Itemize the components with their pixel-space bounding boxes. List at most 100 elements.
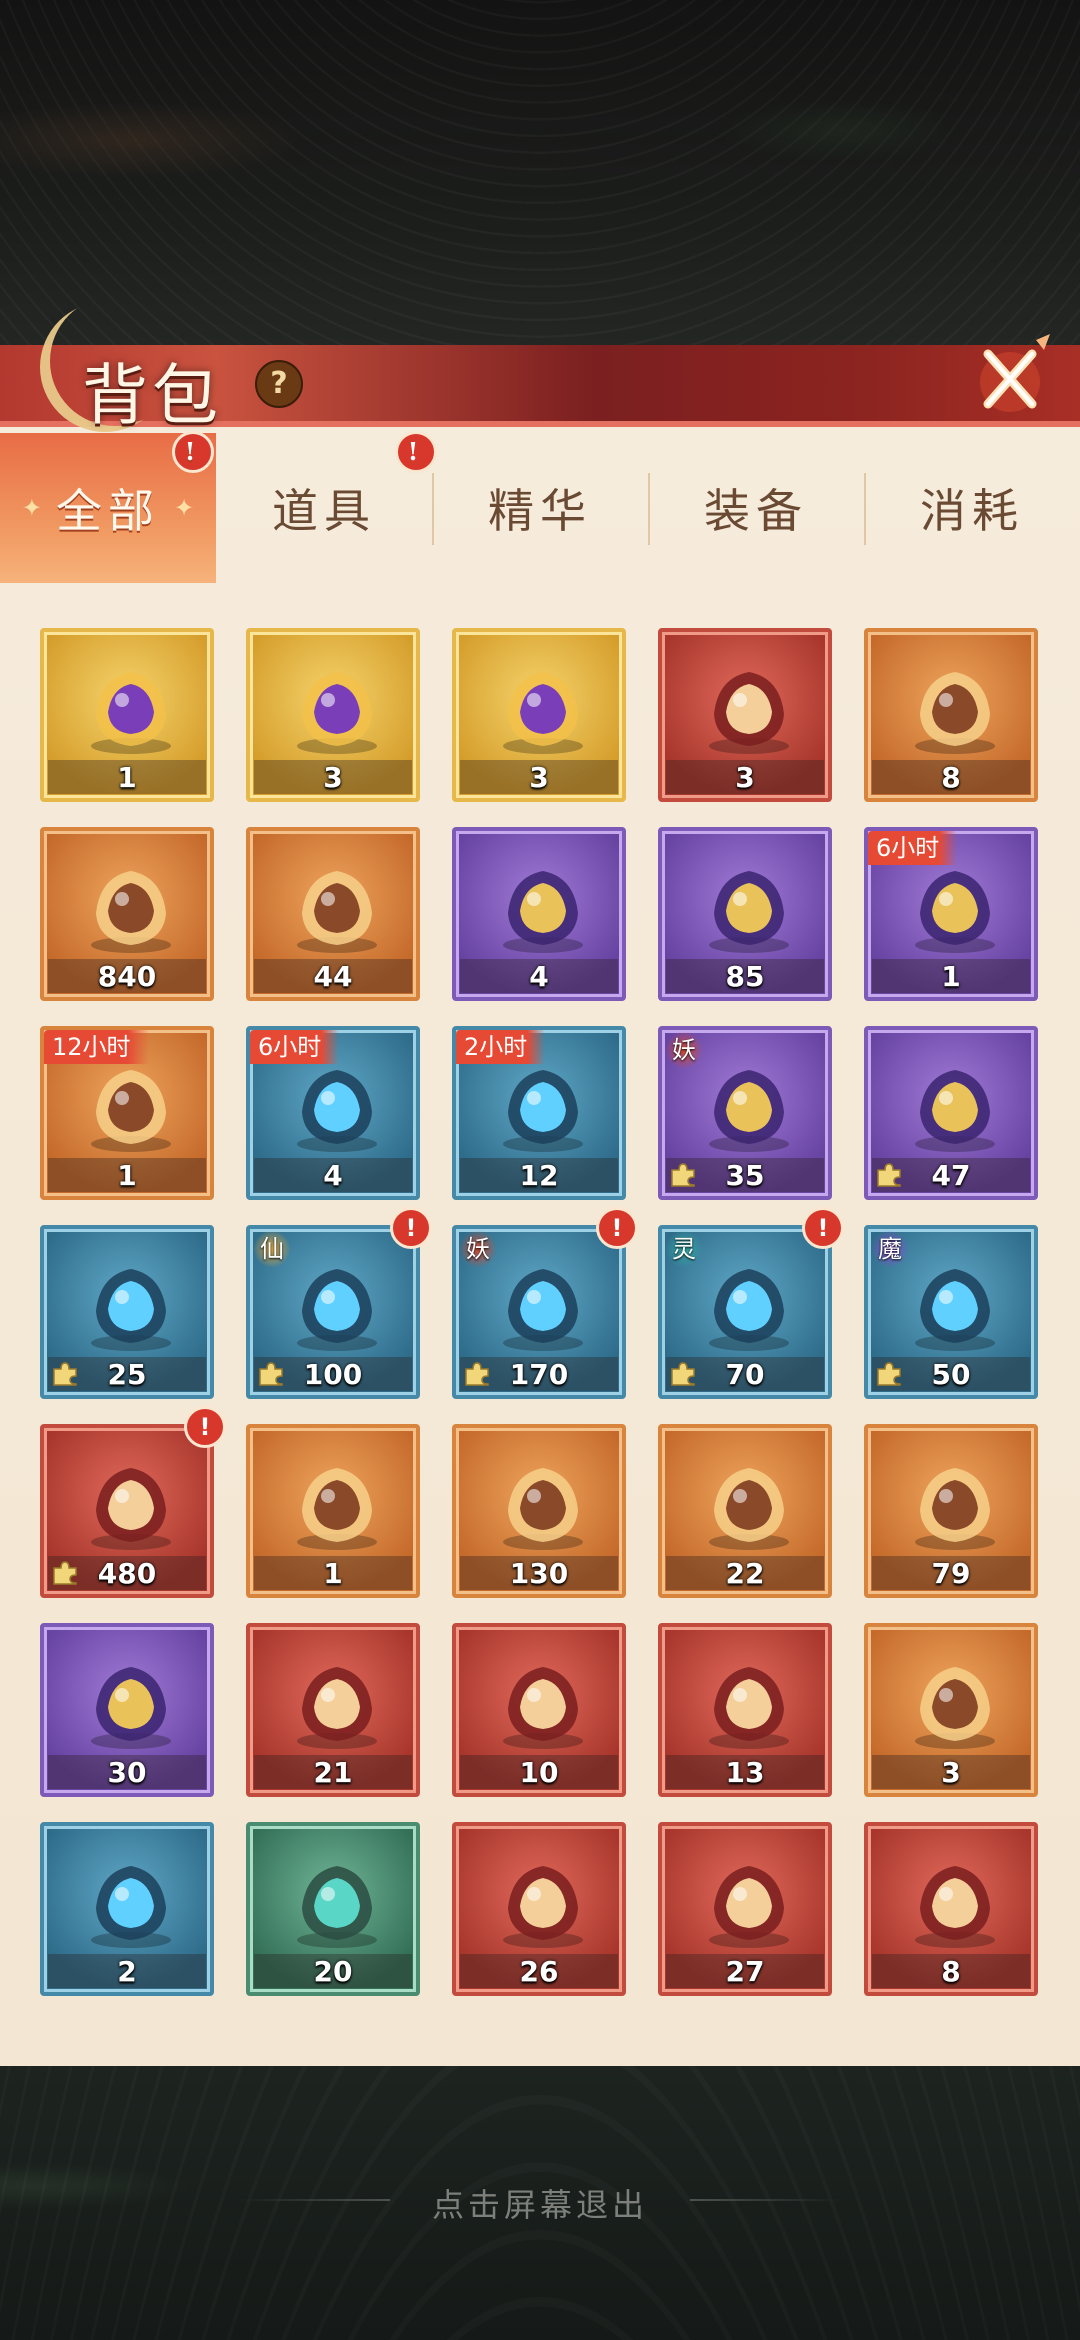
category-tabs: ✦ 全部 ✦ ! 道具 ! 精华 装备 消耗 — [0, 431, 1080, 583]
item-frame: 30 — [40, 1623, 214, 1797]
tap-to-exit-hint[interactable]: 点击屏幕退出 — [0, 2180, 1080, 2226]
item-count: 840 — [97, 960, 157, 993]
blue-crystal-icon — [297, 1468, 377, 1550]
inventory-item[interactable]: 8 — [864, 1822, 1038, 1996]
inventory-item[interactable]: 79 — [864, 1424, 1038, 1598]
help-button[interactable]: ? — [255, 360, 303, 408]
inventory-item[interactable]: 3 — [452, 628, 626, 802]
expiry-timer-tag: 6小时 — [868, 831, 958, 865]
inventory-item[interactable]: 4 6小时 — [246, 1026, 420, 1200]
inventory-item[interactable]: 70 灵! — [658, 1207, 844, 1399]
item-count: 3 — [735, 761, 755, 794]
inventory-item[interactable]: 85 — [658, 827, 832, 1001]
faction-badge: 魔 — [872, 1231, 908, 1267]
inventory-item[interactable]: 13 — [658, 1623, 832, 1797]
inventory-item[interactable]: 3 — [246, 628, 420, 802]
inventory-item[interactable]: 1 — [246, 1424, 420, 1598]
lucky-bag-icon — [915, 672, 995, 754]
alert-badge-icon: ! — [184, 1406, 226, 1448]
inventory-item[interactable]: 10 — [452, 1623, 626, 1797]
rune-stone-icon — [297, 1866, 377, 1948]
card-chest-icon — [503, 871, 583, 953]
red-fruit-icon — [709, 1468, 789, 1550]
item-count: 3 — [941, 1756, 961, 1789]
inventory-item[interactable]: 35 妖 — [658, 1026, 832, 1200]
item-frame: 44 — [246, 827, 420, 1001]
tab-label: 精华 — [488, 484, 592, 538]
inventory-item[interactable]: 12 2小时 — [452, 1026, 626, 1200]
inventory-item[interactable]: 170 妖! — [452, 1207, 638, 1399]
dagger-icon — [709, 1667, 789, 1749]
purple-spirit-chest-icon — [915, 1269, 995, 1351]
inventory-item[interactable]: 21 — [246, 1623, 420, 1797]
close-button[interactable] — [970, 330, 1060, 420]
tab-label: 消耗 — [920, 484, 1024, 538]
puzzle-piece-icon — [877, 1362, 901, 1386]
item-count: 8 — [941, 1955, 961, 1988]
top-background — [0, 0, 1080, 345]
item-count: 79 — [931, 1557, 971, 1590]
item-count: 44 — [313, 960, 353, 993]
item-count: 1 — [323, 1557, 343, 1590]
item-frame: 1 — [246, 1424, 420, 1598]
ore-stone-icon — [91, 1866, 171, 1948]
salt-block-icon — [503, 1866, 583, 1948]
item-frame: 35 妖 — [658, 1026, 832, 1200]
inventory-item[interactable]: 22 — [658, 1424, 832, 1598]
feather-swirl-icon — [915, 1866, 995, 1948]
tab-all[interactable]: ✦ 全部 ✦ ! — [0, 431, 216, 583]
inventory-item[interactable]: 1 6小时 — [864, 827, 1038, 1001]
alert-badge-icon: ! — [395, 431, 437, 473]
item-frame: 480 — [40, 1424, 214, 1598]
item-frame: 26 — [452, 1822, 626, 1996]
inventory-item[interactable]: 27 — [658, 1822, 832, 1996]
inventory-item[interactable]: 130 — [452, 1424, 626, 1598]
item-frame: 3 — [864, 1623, 1038, 1797]
inventory-item[interactable]: 1 — [40, 628, 214, 802]
tab-consumables[interactable]: 消耗 — [864, 433, 1080, 583]
faction-badge: 妖 — [460, 1231, 496, 1267]
item-frame: 85 — [658, 827, 832, 1001]
treasure-chest-icon — [503, 672, 583, 754]
inventory-item[interactable]: 1 12小时 — [40, 1026, 214, 1200]
inventory-item[interactable]: 47 — [864, 1026, 1038, 1200]
inventory-item[interactable]: 4 — [452, 827, 626, 1001]
item-frame: 1 12小时 — [40, 1026, 214, 1200]
inventory-item[interactable]: 3 — [658, 628, 832, 802]
tab-essence[interactable]: 精华 — [432, 433, 648, 583]
alert-badge-icon: ! — [596, 1207, 638, 1249]
item-frame: 27 — [658, 1822, 832, 1996]
item-count: 27 — [725, 1955, 765, 1988]
puzzle-piece-icon — [53, 1362, 77, 1386]
item-frame: 3 — [452, 628, 626, 802]
item-frame: 47 — [864, 1026, 1038, 1200]
inventory-item[interactable]: 2 — [40, 1822, 214, 1996]
faction-badge: 仙 — [254, 1231, 290, 1267]
inventory-item[interactable]: 30 — [40, 1623, 214, 1797]
inventory-item[interactable]: 26 — [452, 1822, 626, 1996]
inventory-item[interactable]: 25 — [40, 1225, 214, 1399]
item-count: 30 — [107, 1756, 147, 1789]
item-count: 3 — [529, 761, 549, 794]
jade-chest-icon — [91, 1070, 171, 1152]
star-deco-icon: ✦ — [174, 494, 195, 522]
inventory-item[interactable]: 44 — [246, 827, 420, 1001]
item-frame: 10 — [452, 1623, 626, 1797]
inventory-item[interactable]: 100 仙! — [246, 1207, 432, 1399]
tab-items[interactable]: 道具 ! — [216, 431, 437, 583]
tab-equipment[interactable]: 装备 — [648, 433, 864, 583]
item-frame: 4 6小时 — [246, 1026, 420, 1200]
jade-pile-icon — [503, 1070, 583, 1152]
inventory-item[interactable]: 50 魔 — [864, 1225, 1038, 1399]
inventory-item[interactable]: 20 — [246, 1822, 420, 1996]
inventory-item[interactable]: 3 — [864, 1623, 1038, 1797]
puzzle-piece-icon — [53, 1561, 77, 1585]
alert-badge-icon: ! — [172, 431, 214, 473]
potion-bottle-icon — [503, 1468, 583, 1550]
item-frame: 130 — [452, 1424, 626, 1598]
inventory-item[interactable]: 480! — [40, 1406, 226, 1598]
inventory-item[interactable]: 840 — [40, 827, 214, 1001]
inventory-item[interactable]: 8 — [864, 628, 1038, 802]
item-frame: 13 — [658, 1623, 832, 1797]
tab-label: 道具 — [272, 484, 376, 538]
